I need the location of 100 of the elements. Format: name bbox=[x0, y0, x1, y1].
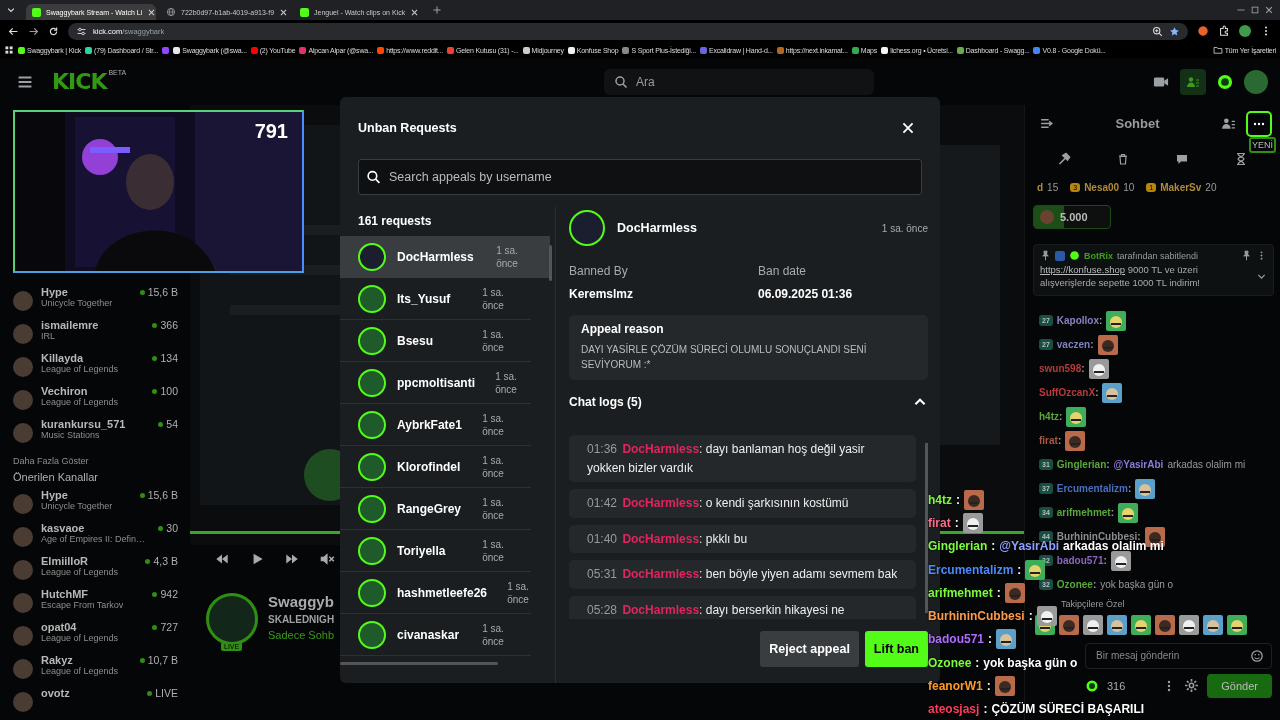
channel-category: Unicycle Together bbox=[41, 501, 114, 511]
viewer-count: 100 bbox=[160, 385, 178, 397]
request-time: 1 sa. önce bbox=[481, 621, 505, 648]
colon: : bbox=[1081, 363, 1085, 375]
chat-username[interactable]: feanorW1 bbox=[928, 679, 983, 693]
channel-name[interactable]: Vechiron bbox=[41, 385, 145, 397]
chat-username[interactable]: badou571 bbox=[928, 632, 984, 647]
colon: : bbox=[986, 679, 991, 693]
channel-name[interactable]: kurankursu_571 bbox=[41, 418, 151, 430]
search-field[interactable]: Ara bbox=[604, 68, 875, 95]
channel-category: League of Legends bbox=[41, 666, 120, 676]
channel-category: Escape From Tarkov bbox=[41, 600, 125, 610]
gift-count: 20 bbox=[1205, 181, 1217, 193]
viewer-count: 15,6 B bbox=[147, 489, 178, 501]
colon: : bbox=[1090, 339, 1094, 351]
colon: : bbox=[983, 702, 988, 717]
followers-only-label: Takipçilere Özel bbox=[1060, 597, 1126, 611]
channel-name[interactable]: opat04 bbox=[41, 621, 145, 633]
chat-username[interactable]: firat bbox=[1039, 435, 1058, 447]
channel-category: Unicycle Together bbox=[41, 298, 114, 308]
reject-button[interactable]: Reject appeal bbox=[760, 631, 859, 667]
channel-name[interactable]: HutchMF bbox=[41, 588, 145, 600]
pinned-label: tarafından sabitlendi bbox=[1117, 250, 1199, 261]
channel-category: League of Legends bbox=[41, 397, 120, 407]
lift-ban-button[interactable]: Lift ban bbox=[864, 631, 928, 667]
colon: : bbox=[1095, 387, 1099, 399]
stream-category[interactable]: Sadece Sohb bbox=[268, 629, 335, 641]
channel-name[interactable]: ovotz bbox=[41, 687, 140, 699]
colon: : bbox=[1028, 609, 1033, 624]
new-badge: YENİ bbox=[1249, 136, 1276, 153]
viewer-count: 10,7 B bbox=[147, 654, 178, 666]
chat-username[interactable]: ateosjasj bbox=[928, 702, 980, 717]
gift-count: 10 bbox=[1123, 181, 1135, 193]
goal-bar[interactable]: 5.000 bbox=[1033, 205, 1111, 229]
viewer-count: 15,6 B bbox=[147, 286, 178, 298]
colon: : bbox=[1103, 555, 1107, 567]
request-time: 1 sa. önce bbox=[506, 579, 530, 606]
chat-username[interactable]: Ercumentalizm bbox=[1056, 483, 1128, 495]
channel-name[interactable]: Hype bbox=[41, 286, 132, 298]
log-message: 05:31 DocHarmless: ben böyle yiyen adamı sevmem bak bbox=[569, 560, 916, 589]
colon: : bbox=[1092, 579, 1097, 591]
chat-username[interactable]: BurhininCubbesi bbox=[928, 609, 1025, 624]
channel-name[interactable]: Rakyz bbox=[41, 654, 132, 666]
chat-username[interactable]: h4tz bbox=[1039, 411, 1059, 423]
viewer-count: 54 bbox=[166, 418, 178, 430]
show-more-link[interactable]: Daha Fazla Göster bbox=[13, 451, 178, 471]
colon: : bbox=[1059, 411, 1063, 423]
chat-username[interactable]: arifmehmet bbox=[1056, 507, 1111, 519]
channel-name[interactable]: Hype bbox=[41, 489, 132, 501]
colon: : bbox=[1127, 483, 1132, 495]
viewer-count: 727 bbox=[160, 621, 178, 633]
channel-category: League of Legends bbox=[41, 633, 120, 643]
colon: : bbox=[1099, 315, 1103, 327]
kick-logo[interactable]: KICK bbox=[52, 69, 107, 94]
channel-name[interactable]: ElmiilloR bbox=[41, 555, 138, 567]
chat-username[interactable]: Ercumentalizm bbox=[928, 562, 1014, 577]
channel-category: League of Legends bbox=[41, 364, 120, 374]
message-text: arkadas olalim mi bbox=[1167, 459, 1246, 471]
viewer-count: 942 bbox=[160, 588, 178, 600]
stream-title: SKALEDNIGH bbox=[268, 614, 335, 625]
gifter-name[interactable]: Nesa00 bbox=[1084, 181, 1120, 193]
viewer-count: LIVE bbox=[155, 687, 178, 699]
colon: : bbox=[1110, 507, 1115, 519]
link[interactable]: https://konfuse.shop bbox=[1040, 264, 1126, 275]
message-text: yok başka gün o bbox=[1100, 579, 1174, 591]
goal-amount: 5.000 bbox=[1060, 211, 1088, 223]
mention[interactable]: @YasirAbi bbox=[1113, 459, 1164, 471]
chat-username[interactable]: arifmehmet bbox=[928, 585, 993, 600]
chat-username[interactable]: Ozonee bbox=[1056, 579, 1093, 591]
message-text: yok başka gün o bbox=[983, 655, 1078, 670]
channel-name[interactable]: Killayda bbox=[41, 352, 145, 364]
chat-username[interactable]: Ozonee bbox=[928, 655, 972, 670]
section-heading: Önerilen Kanallar bbox=[13, 470, 99, 485]
channel-category: IRL bbox=[41, 331, 56, 341]
channel-category: Age of Empires II: Defin… bbox=[41, 534, 147, 544]
gifter-name[interactable]: d bbox=[1037, 181, 1044, 193]
chat-title: Sohbet bbox=[1114, 116, 1161, 131]
viewer-count: 134 bbox=[160, 352, 178, 364]
colon: : bbox=[1137, 531, 1141, 543]
request-item[interactable]: civanaskar 1 sa. önce bbox=[340, 614, 531, 656]
colon: : bbox=[988, 632, 992, 647]
request-time: 1 sa. önce bbox=[481, 537, 505, 564]
colon: : bbox=[1017, 562, 1022, 577]
channel-name[interactable]: ismailemre bbox=[41, 319, 145, 331]
channel-category: Music Stations bbox=[41, 430, 101, 440]
viewer-count: 366 bbox=[160, 319, 178, 331]
points-count: 316 bbox=[1107, 679, 1126, 692]
pinned-text: https://konfuse.shop 9000 TL ve üzeri alışverişlerde sepette 1000 TL indirim! bbox=[1040, 264, 1201, 290]
gifter-name[interactable]: MakerSv bbox=[1160, 181, 1202, 193]
streamer-name[interactable]: Swaggyb bbox=[268, 593, 335, 610]
request-item[interactable]: hashmetleefe26 1 sa. önce bbox=[340, 572, 531, 614]
pinned-by[interactable]: BotRix bbox=[1084, 250, 1113, 261]
viewer-count: 30 bbox=[166, 522, 178, 534]
message-field[interactable]: Bir mesaj gönderin bbox=[1085, 642, 1272, 669]
message-text: ÇÖZÜM SÜRECİ BAŞARILI bbox=[991, 702, 1145, 717]
colon: : bbox=[1106, 459, 1110, 471]
send-button[interactable]: Gönder bbox=[1207, 673, 1272, 698]
gift-count: 15 bbox=[1047, 181, 1059, 193]
channel-name[interactable]: kasvaoe bbox=[41, 522, 151, 534]
colon: : bbox=[1057, 435, 1062, 447]
